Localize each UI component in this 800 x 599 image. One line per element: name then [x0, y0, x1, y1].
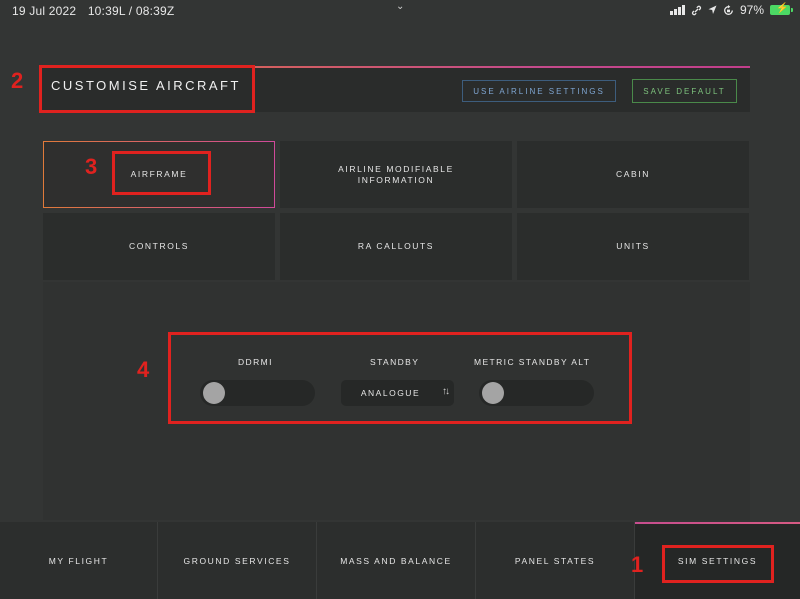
- annotation-box-4: [168, 332, 632, 424]
- battery-percent: 97%: [739, 3, 764, 17]
- annotation-box-2: [39, 65, 255, 113]
- nav-ground-services[interactable]: GROUND SERVICES: [158, 522, 317, 599]
- tab-units[interactable]: UNITS: [517, 213, 749, 280]
- annotation-number-2: 2: [11, 68, 24, 93]
- status-date: 19 Jul 2022: [12, 4, 77, 18]
- rotation-lock-icon: [724, 4, 733, 15]
- save-default-button[interactable]: SAVE DEFAULT: [632, 79, 737, 103]
- annotation-box-1: [662, 545, 774, 583]
- nav-label: GROUND SERVICES: [183, 555, 291, 566]
- annotation-number-1: 1: [631, 552, 644, 577]
- tab-label: CABIN: [616, 169, 650, 179]
- annotation-box-3: [112, 151, 211, 195]
- tab-cabin[interactable]: CABIN: [517, 141, 749, 208]
- tab-airline-modifiable-information[interactable]: AIRLINE MODIFIABLE INFORMATION: [280, 141, 512, 208]
- signal-icon: [669, 5, 685, 15]
- nav-label: MASS AND BALANCE: [340, 555, 452, 566]
- annotation-number-3: 3: [85, 154, 98, 179]
- annotation-number-4: 4: [137, 357, 150, 382]
- tab-label: AIRLINE MODIFIABLE INFORMATION: [338, 163, 454, 185]
- nav-mass-and-balance[interactable]: MASS AND BALANCE: [317, 522, 476, 599]
- tab-label: UNITS: [616, 241, 650, 251]
- tab-label: RA CALLOUTS: [357, 241, 435, 251]
- link-icon: [691, 5, 702, 15]
- nav-my-flight[interactable]: MY FLIGHT: [0, 522, 158, 599]
- nav-label: PANEL STATES: [514, 555, 596, 566]
- tab-ra-callouts[interactable]: RA CALLOUTS: [280, 213, 512, 280]
- status-indicators: 97% ⚡: [669, 3, 793, 17]
- chevron-down-icon[interactable]: ⌄: [396, 1, 404, 12]
- status-bar: 19 Jul 2022 10:39L / 08:39Z ⌄ 97% ⚡: [0, 0, 800, 22]
- location-icon: [708, 5, 717, 14]
- tab-label: CONTROLS: [128, 241, 190, 251]
- nav-label: MY FLIGHT: [48, 555, 109, 566]
- status-time: 10:39L / 08:39Z: [87, 4, 175, 18]
- use-airline-settings-button[interactable]: USE AIRLINE SETTINGS: [462, 80, 616, 102]
- battery-charging-icon: ⚡: [770, 3, 793, 15]
- status-datetime: 19 Jul 2022 10:39L / 08:39Z: [12, 4, 182, 18]
- tab-controls[interactable]: CONTROLS: [43, 213, 275, 280]
- nav-panel-states[interactable]: PANEL STATES: [476, 522, 635, 599]
